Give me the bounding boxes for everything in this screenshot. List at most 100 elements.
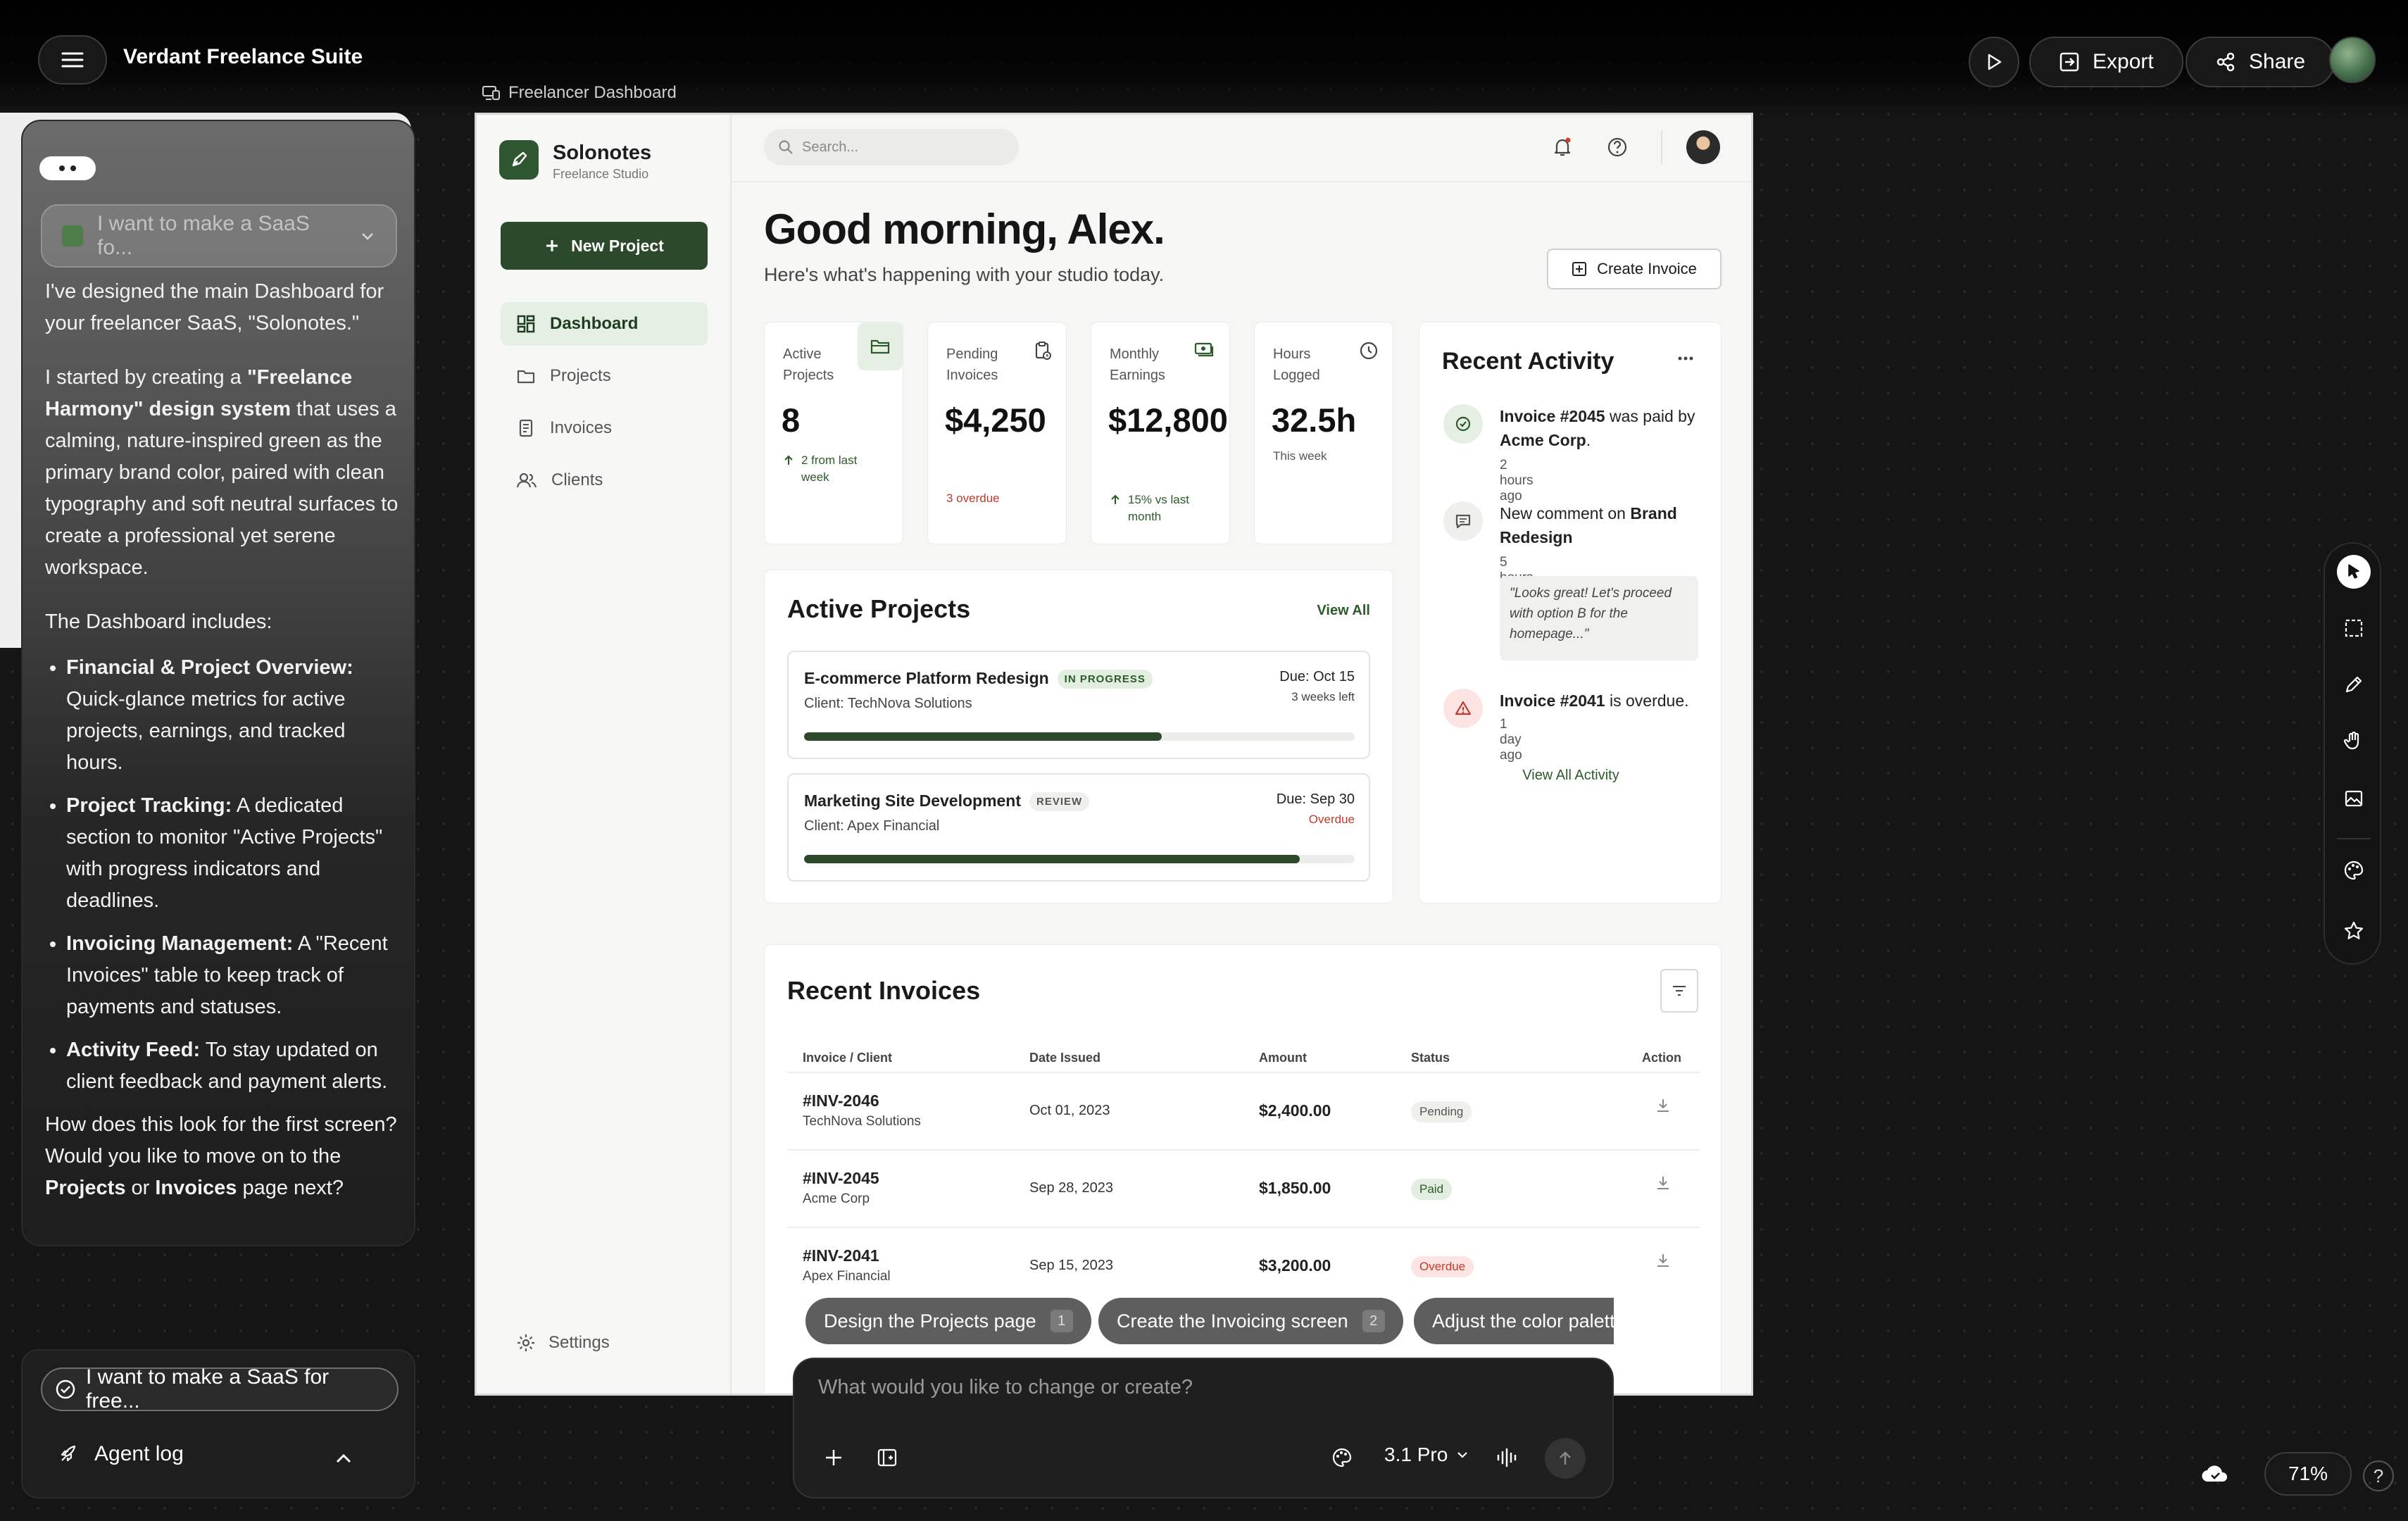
chat-footer: I want to make a SaaS for free... Agent … (21, 1349, 415, 1498)
menu-button[interactable] (38, 35, 107, 84)
add-frame-icon[interactable] (876, 1446, 898, 1469)
invoice-client: Apex Financial (803, 1269, 891, 1284)
arrow-up-icon (783, 455, 794, 466)
invoice-amount: $2,400.00 (1259, 1101, 1331, 1120)
chevron-down-icon (1455, 1447, 1470, 1463)
play-button[interactable] (1969, 37, 2019, 87)
view-all-projects-link[interactable]: View All (1317, 603, 1370, 619)
voice-wave-icon[interactable] (1495, 1446, 1519, 1469)
stat-sub: 15% vs last month (1128, 493, 1189, 523)
comment-quote: "Looks great! Let's proceed with option … (1500, 576, 1698, 661)
column-header: Date Issued (1029, 1051, 1101, 1065)
suggestion-chip[interactable]: Adjust the color palette (1414, 1298, 1614, 1344)
hand-tool-icon[interactable] (2337, 724, 2371, 758)
view-all-activity-link[interactable]: View All Activity (1419, 768, 1722, 784)
recent-activity-panel: Recent Activity Invoice #2045 was paid b… (1419, 322, 1722, 903)
sidebar-item-dashboard[interactable]: Dashboard (501, 302, 708, 346)
send-button[interactable] (1545, 1438, 1586, 1479)
active-projects-panel: Active Projects View All E-commerce Plat… (764, 570, 1393, 903)
plus-icon[interactable] (822, 1446, 845, 1469)
toolbar-divider (2337, 838, 2371, 839)
table-row[interactable]: #INV-2041 Apex Financial Sep 15, 2023 $3… (787, 1227, 1700, 1304)
marquee-tool-icon[interactable] (2337, 611, 2371, 645)
image-tool-icon[interactable] (2337, 782, 2371, 815)
suggestion-number: 1 (1050, 1310, 1073, 1332)
stat-value: 32.5h (1272, 401, 1357, 439)
sidebar-item-invoices[interactable]: Invoices (501, 406, 708, 450)
agent-log-toggle[interactable]: Agent log (58, 1442, 184, 1466)
create-invoice-label: Create Invoice (1597, 260, 1697, 277)
activity-text: Invoice #2045 was paid by Acme Corp. (1500, 407, 1695, 449)
chat-question: How does this look for the first screen?… (45, 1113, 397, 1199)
progress-fill (804, 732, 1162, 741)
brand-logo (499, 140, 539, 180)
settings-label: Settings (548, 1333, 610, 1352)
more-icon[interactable] (1676, 355, 1695, 362)
column-header: Status (1411, 1051, 1450, 1065)
settings-link[interactable]: Settings (516, 1333, 610, 1353)
pencil-tool-icon[interactable] (2337, 668, 2371, 701)
download-icon[interactable] (1655, 1252, 1672, 1269)
download-icon[interactable] (1655, 1175, 1672, 1191)
chevron-up-icon[interactable] (332, 1448, 355, 1470)
table-row[interactable]: #INV-2045 Acme Corp Sep 28, 2023 $1,850.… (787, 1149, 1700, 1227)
search-input[interactable]: Search... (764, 129, 1019, 165)
agent-log-label: Agent log (94, 1442, 184, 1465)
create-invoice-button[interactable]: Create Invoice (1547, 249, 1722, 289)
stat-sub: This week (1273, 449, 1327, 463)
export-icon (2059, 51, 2080, 73)
new-project-label: New Project (571, 236, 664, 255)
download-icon[interactable] (1655, 1097, 1672, 1114)
project-due: Due: Sep 30 (1276, 791, 1355, 807)
artboard-label-text: Freelancer Dashboard (508, 83, 677, 102)
suggestion-chip[interactable]: Create the Invoicing screen 2 (1098, 1298, 1403, 1344)
sidebar-item-label: Clients (551, 470, 603, 489)
canvas-toolbar (2324, 542, 2381, 965)
project-due-note: Overdue (1308, 813, 1355, 826)
star-icon[interactable] (2337, 914, 2371, 948)
options-toggle[interactable] (39, 156, 96, 180)
palette-icon[interactable] (2337, 853, 2371, 887)
status-badge: IN PROGRESS (1057, 670, 1153, 689)
plus-icon (544, 238, 560, 254)
progress-bar (804, 855, 1355, 863)
check-circle-icon (55, 1379, 76, 1400)
new-project-button[interactable]: New Project (501, 222, 708, 270)
recent-activity-title: Recent Activity (1442, 348, 1614, 375)
bell-icon[interactable] (1551, 136, 1574, 158)
palette-icon[interactable] (1331, 1446, 1353, 1469)
prompt-select[interactable]: I want to make a SaaS fo... (41, 204, 397, 268)
status-badge: Paid (1411, 1179, 1453, 1200)
share-button[interactable]: Share (2186, 37, 2335, 87)
help-button[interactable]: ? (2363, 1460, 2394, 1491)
user-avatar[interactable] (2329, 37, 2376, 83)
rocket-icon (58, 1444, 79, 1465)
filter-button[interactable] (1660, 969, 1698, 1013)
stat-label: Active Projects (783, 346, 834, 383)
header-border (732, 181, 1751, 182)
arrow-up-icon (1556, 1449, 1574, 1467)
zoom-level[interactable]: 71% (2264, 1452, 2352, 1496)
prompt-history-pill[interactable]: I want to make a SaaS for free... (41, 1365, 399, 1413)
artboard-label[interactable]: Freelancer Dashboard (482, 83, 677, 103)
clock-icon (1359, 341, 1379, 361)
project-card[interactable]: Marketing Site Development REVIEW Client:… (787, 773, 1370, 882)
model-select[interactable]: 3.1 Pro (1384, 1444, 1470, 1466)
sidebar-item-label: Dashboard (550, 314, 639, 333)
play-icon (1984, 52, 2004, 72)
question-icon: ? (2373, 1465, 2384, 1486)
profile-avatar[interactable] (1686, 130, 1720, 164)
suggestion-chip[interactable]: Design the Projects page 1 (805, 1298, 1091, 1344)
chat-paragraph-1: I've designed the main Dashboard for you… (45, 280, 384, 334)
column-header: Amount (1259, 1051, 1307, 1065)
select-tool-icon[interactable] (2337, 555, 2371, 589)
sidebar-item-clients[interactable]: Clients (501, 458, 708, 502)
table-row[interactable]: #INV-2046 TechNova Solutions Oct 01, 202… (787, 1072, 1700, 1149)
help-icon[interactable] (1606, 136, 1629, 158)
export-button[interactable]: Export (2029, 37, 2183, 87)
filter-icon (1672, 984, 1687, 997)
project-card[interactable]: E-commerce Platform Redesign IN PROGRESS … (787, 651, 1370, 759)
cloud-check-icon[interactable] (2201, 1462, 2229, 1486)
sidebar-item-projects[interactable]: Projects (501, 354, 708, 398)
composer-input[interactable]: What would you like to change or create? (818, 1376, 1193, 1399)
